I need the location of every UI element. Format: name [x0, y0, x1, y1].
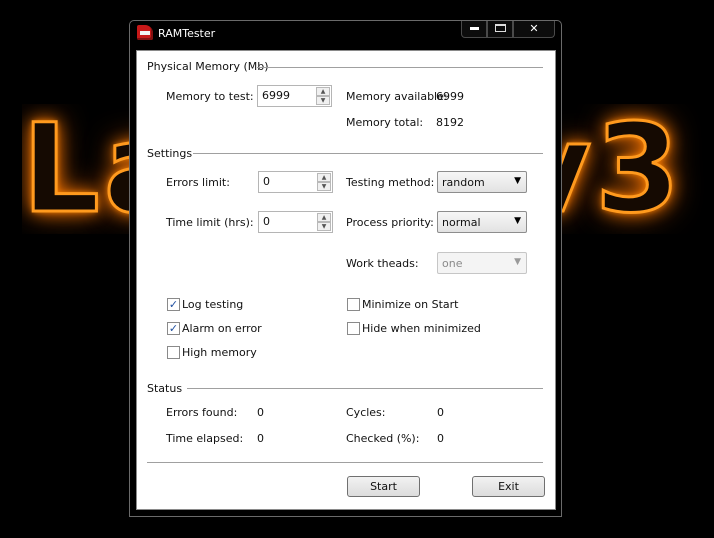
settings-divider: [193, 153, 543, 154]
hide-when-minimized-checkbox[interactable]: [347, 322, 360, 335]
hide-when-minimized-label[interactable]: Hide when minimized: [362, 322, 481, 335]
errors-found-label: Errors found:: [166, 406, 238, 419]
errors-limit-down-icon[interactable]: ▼: [317, 182, 331, 191]
memory-to-test-down-icon[interactable]: ▼: [316, 96, 330, 105]
chevron-down-icon: ▼: [514, 257, 521, 267]
testing-method-select[interactable]: random ▼: [437, 171, 527, 193]
work-threads-label: Work theads:: [346, 257, 419, 270]
close-button[interactable]: ✕: [513, 21, 555, 38]
errors-found-value: 0: [257, 406, 264, 419]
chevron-down-icon: ▼: [514, 176, 521, 186]
log-testing-checkbox[interactable]: ✓: [167, 298, 180, 311]
memory-to-test-label: Memory to test:: [166, 90, 254, 103]
app-icon: [137, 25, 153, 40]
minimize-on-start-checkbox[interactable]: [347, 298, 360, 311]
work-threads-value: one: [442, 257, 463, 270]
exit-button[interactable]: Exit: [472, 476, 545, 497]
status-heading: Status: [147, 382, 183, 395]
minimize-on-start-label[interactable]: Minimize on Start: [362, 298, 458, 311]
time-limit-label: Time limit (hrs):: [166, 216, 254, 229]
log-testing-label[interactable]: Log testing: [182, 298, 243, 311]
title-bar[interactable]: RAMTester ✕: [130, 21, 561, 47]
checkmark-icon: ✓: [168, 322, 179, 335]
start-button[interactable]: Start: [347, 476, 420, 497]
cycles-value: 0: [437, 406, 444, 419]
settings-heading: Settings: [147, 147, 193, 160]
footer-divider: [147, 462, 543, 463]
alarm-on-error-label[interactable]: Alarm on error: [182, 322, 262, 335]
maximize-button[interactable]: [487, 21, 513, 38]
memory-to-test-stepper[interactable]: 6999 ▲ ▼: [257, 85, 332, 107]
testing-method-value: random: [442, 176, 485, 189]
time-limit-down-icon[interactable]: ▼: [317, 222, 331, 231]
high-memory-label[interactable]: High memory: [182, 346, 257, 359]
time-limit-stepper[interactable]: 0 ▲ ▼: [258, 211, 333, 233]
maximize-icon: [494, 24, 506, 32]
errors-limit-label: Errors limit:: [166, 176, 230, 189]
memory-total-label: Memory total:: [346, 116, 424, 129]
physical-memory-heading: Physical Memory (Mb): [147, 60, 269, 73]
process-priority-label: Process priority:: [346, 216, 434, 229]
testing-method-label: Testing method:: [346, 176, 435, 189]
memory-available-value: 6999: [436, 90, 464, 103]
memory-to-test-up-icon[interactable]: ▲: [316, 87, 330, 96]
minimize-icon: [469, 26, 479, 30]
client-area: Physical Memory (Mb) Memory to test: 699…: [136, 50, 556, 510]
minimize-button[interactable]: [461, 21, 487, 38]
memory-available-label: Memory available:: [346, 90, 448, 103]
close-icon: ✕: [529, 22, 539, 35]
memory-to-test-value[interactable]: 6999: [262, 89, 290, 102]
time-elapsed-label: Time elapsed:: [166, 432, 244, 445]
process-priority-select[interactable]: normal ▼: [437, 211, 527, 233]
checkmark-icon: ✓: [168, 298, 179, 311]
status-divider: [187, 388, 543, 389]
alarm-on-error-checkbox[interactable]: ✓: [167, 322, 180, 335]
time-elapsed-value: 0: [257, 432, 264, 445]
checked-percent-value: 0: [437, 432, 444, 445]
ramtester-window: RAMTester ✕ Physical Memory (Mb) Memory …: [129, 20, 562, 517]
window-title: RAMTester: [158, 27, 216, 40]
memory-total-value: 8192: [436, 116, 464, 129]
errors-limit-up-icon[interactable]: ▲: [317, 173, 331, 182]
process-priority-value: normal: [442, 216, 481, 229]
errors-limit-stepper[interactable]: 0 ▲ ▼: [258, 171, 333, 193]
time-limit-value[interactable]: 0: [263, 215, 270, 228]
high-memory-checkbox[interactable]: [167, 346, 180, 359]
physical-memory-divider: [257, 67, 543, 68]
time-limit-up-icon[interactable]: ▲: [317, 213, 331, 222]
work-threads-select: one ▼: [437, 252, 527, 274]
cycles-label: Cycles:: [346, 406, 386, 419]
chevron-down-icon: ▼: [514, 216, 521, 226]
window-controls: ✕: [461, 21, 555, 38]
errors-limit-value[interactable]: 0: [263, 175, 270, 188]
checked-percent-label: Checked (%):: [346, 432, 420, 445]
